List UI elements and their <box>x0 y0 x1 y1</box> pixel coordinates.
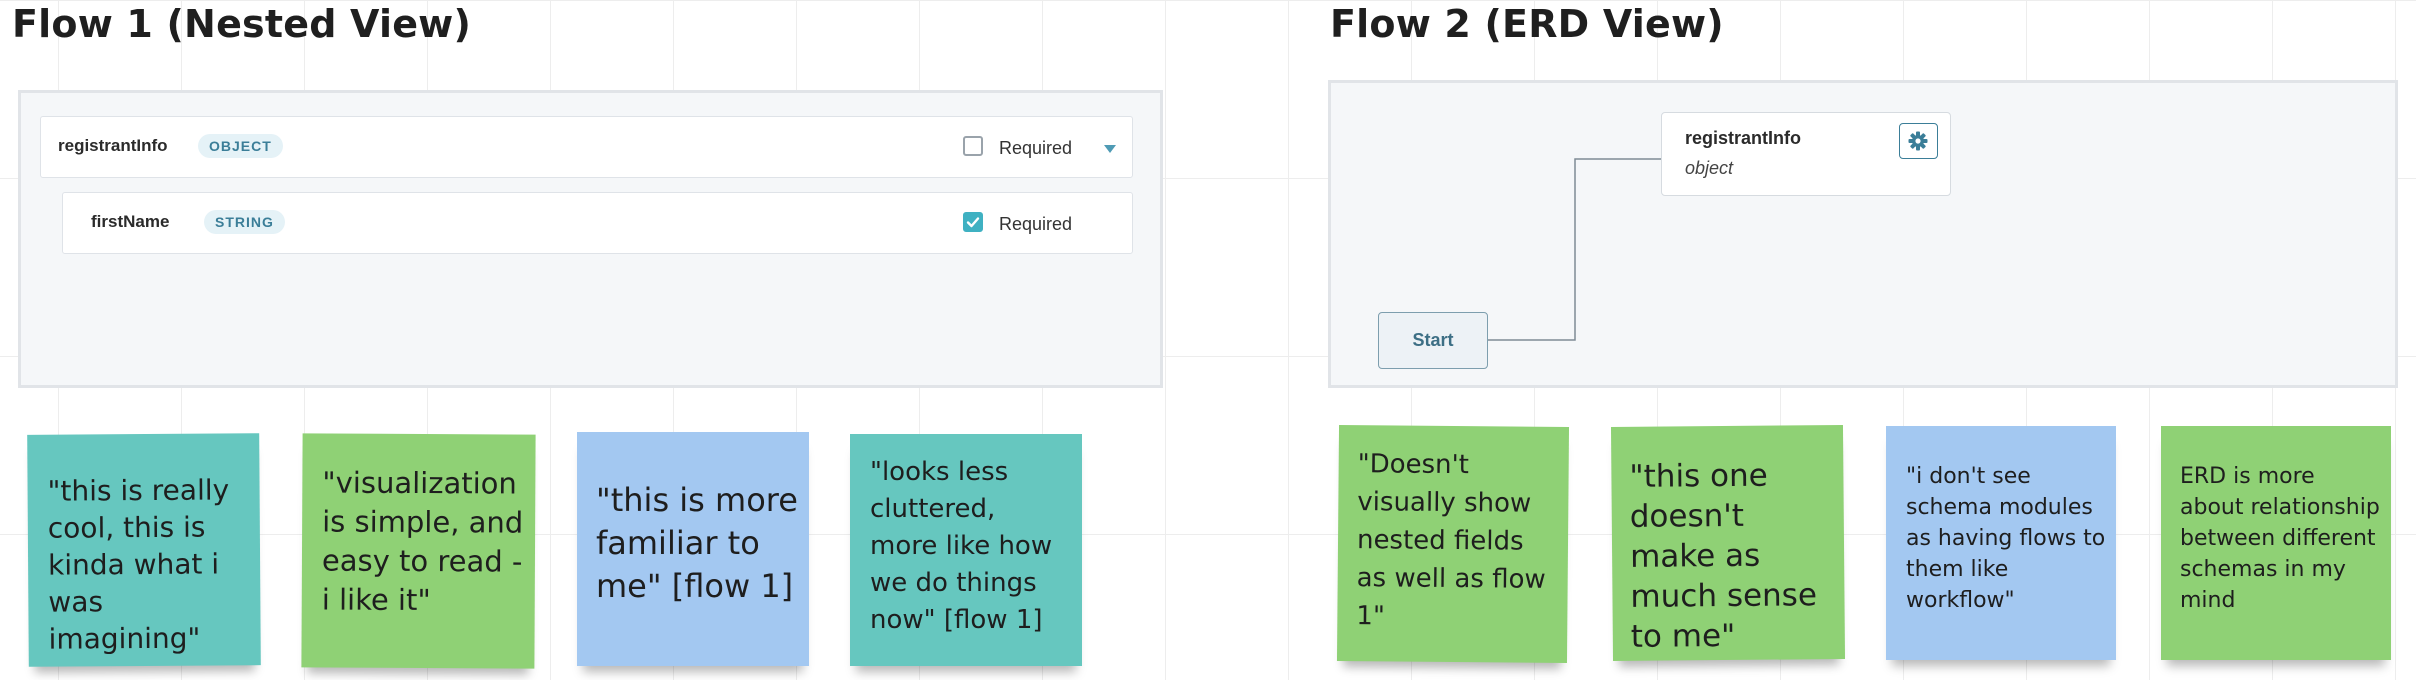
type-badge: STRING <box>204 210 285 234</box>
required-checkbox[interactable] <box>963 212 983 232</box>
sticky-note-text: "visualization is simple, and easy to re… <box>321 465 524 618</box>
flow2-title: Flow 2 (ERD View) <box>1330 2 1724 46</box>
sticky-note[interactable]: "this is more familiar to me" [flow 1] <box>577 432 809 666</box>
sticky-note[interactable]: "this one doesn't make as much sense to … <box>1610 424 1846 662</box>
erd-node-registrantinfo[interactable]: registrantInfo object <box>1661 112 1951 196</box>
check-icon <box>966 217 980 228</box>
field-row-firstname[interactable]: firstName STRING Required <box>62 192 1133 254</box>
sticky-note[interactable]: ERD is more about relationship between d… <box>2161 426 2391 660</box>
flow1-nested-view-canvas: registrantInfo OBJECT Required firstName… <box>18 90 1163 388</box>
sticky-note[interactable]: "this is really cool, this is kinda what… <box>27 433 261 667</box>
flow2-erd-view-canvas: registrantInfo object Start <box>1328 80 2398 388</box>
type-badge: OBJECT <box>198 134 283 158</box>
sticky-note[interactable]: "visualization is simple, and easy to re… <box>301 433 536 669</box>
field-name: firstName <box>91 212 170 231</box>
node-type: object <box>1685 158 1734 178</box>
node-settings-button[interactable] <box>1899 123 1938 159</box>
chevron-down-icon[interactable] <box>1103 144 1117 154</box>
sticky-note-text: "Doesn't visually show nested fields as … <box>1356 449 1546 632</box>
field-name: registrantInfo <box>58 136 168 155</box>
sticky-note-text: "i don't see schema modules as having fl… <box>1906 464 2106 613</box>
required-checkbox[interactable] <box>963 136 983 156</box>
field-row-registrantinfo[interactable]: registrantInfo OBJECT Required <box>40 116 1133 178</box>
sticky-note-text: ERD is more about relationship between d… <box>2180 464 2380 613</box>
required-label: Required <box>999 214 1073 234</box>
sticky-note[interactable]: "i don't see schema modules as having fl… <box>1886 426 2116 660</box>
required-label: Required <box>999 138 1073 158</box>
sticky-note-text: "this one doesn't make as much sense to … <box>1629 457 1818 655</box>
node-name: registrantInfo <box>1685 128 1802 148</box>
sticky-note[interactable]: "looks less cluttered, more like how we … <box>850 434 1082 666</box>
gear-icon <box>1908 131 1928 151</box>
sticky-note[interactable]: "Doesn't visually show nested fields as … <box>1336 425 1570 663</box>
sticky-note-text: "this is really cool, this is kinda what… <box>47 473 230 656</box>
start-node[interactable]: Start <box>1378 312 1488 369</box>
sticky-note-text: "looks less cluttered, more like how we … <box>870 457 1053 635</box>
sticky-note-text: "this is more familiar to me" [flow 1] <box>596 481 798 605</box>
flow1-title: Flow 1 (Nested View) <box>12 2 472 46</box>
